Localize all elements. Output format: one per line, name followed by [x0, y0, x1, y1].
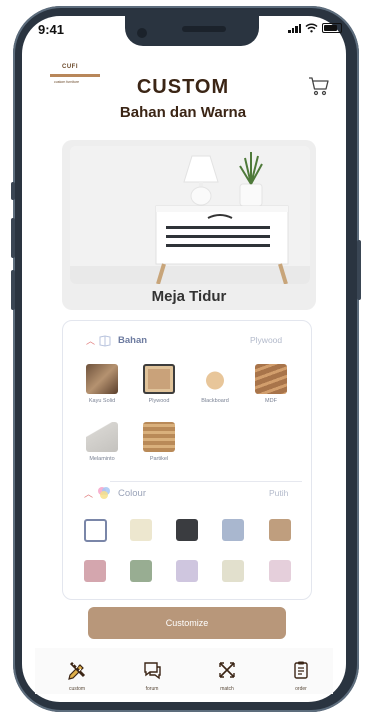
- power-button: [357, 240, 361, 300]
- signal-icon: [288, 23, 301, 33]
- swatch-sage[interactable]: [130, 560, 152, 582]
- tab-label: order: [295, 686, 307, 692]
- material-label: Melaminto: [89, 456, 115, 462]
- chat-icon: [144, 662, 161, 680]
- cross-arrows-icon: [219, 662, 235, 678]
- page-subtitle: Bahan dan Warna: [119, 104, 247, 121]
- swatch-blue-grey[interactable]: [222, 519, 244, 541]
- tab-forum[interactable]: forum: [132, 660, 172, 692]
- material-label: Plywood: [148, 398, 170, 404]
- material-partikel[interactable]: Partikel: [135, 422, 183, 462]
- material-mdf[interactable]: MDF: [247, 364, 295, 404]
- swatch-pink[interactable]: [269, 560, 291, 582]
- colour-selected-value: Putih: [269, 488, 289, 498]
- swatch-putih[interactable]: [84, 519, 107, 542]
- clipboard-icon: [294, 661, 308, 679]
- tab-match[interactable]: match: [207, 660, 247, 692]
- camera: [137, 28, 147, 38]
- colour-header[interactable]: ︿ Colour: [84, 486, 146, 500]
- chevron-up-icon[interactable]: ︿: [84, 487, 96, 500]
- status-time: 9:41: [38, 22, 65, 37]
- status-icons: [288, 23, 342, 33]
- product-name: Meja Tidur: [151, 288, 227, 305]
- material-thumb: [86, 422, 118, 452]
- mute-switch: [11, 182, 15, 200]
- material-thumb: [143, 422, 175, 452]
- material-label: Partikel: [149, 456, 169, 462]
- palette-icon: [98, 487, 110, 499]
- material-blackboard[interactable]: Blackboard: [191, 364, 239, 404]
- tab-label: match: [220, 686, 234, 692]
- customize-button[interactable]: Customize: [88, 607, 286, 639]
- material-thumb: [143, 364, 175, 394]
- material-label: Blackboard: [201, 398, 229, 404]
- material-label: MDF: [265, 398, 277, 404]
- speaker: [182, 26, 226, 32]
- material-thumb: [86, 364, 118, 394]
- material-thumb: [255, 364, 287, 394]
- cart-icon[interactable]: [308, 76, 330, 96]
- bahan-title: Bahan: [118, 335, 148, 346]
- pencil-ruler-icon: [68, 661, 86, 680]
- swatch-cream[interactable]: [130, 519, 152, 541]
- swatch-lavender[interactable]: [176, 560, 198, 582]
- bahan-header[interactable]: ︿ Bahan: [86, 334, 147, 347]
- material-thumb: [199, 364, 231, 394]
- volume-down-button: [11, 270, 15, 310]
- colour-title: Colour: [118, 487, 146, 499]
- tab-label: forum: [145, 686, 159, 692]
- chevron-up-icon[interactable]: ︿: [86, 334, 98, 347]
- bahan-selected-value: Plywood: [250, 335, 283, 345]
- volume-up-button: [11, 218, 15, 258]
- material-plywood[interactable]: Plywood: [135, 364, 183, 404]
- section-divider: [110, 481, 302, 482]
- material-label: Kayu Solid: [88, 398, 116, 404]
- material-kayu-solid[interactable]: Kayu Solid: [78, 364, 126, 404]
- product-photo: [70, 146, 310, 284]
- tab-custom[interactable]: custom: [57, 660, 97, 692]
- swatch-beige[interactable]: [222, 560, 244, 582]
- logo-text: CUFI: [62, 64, 78, 70]
- material-icon: [99, 334, 111, 347]
- battery-icon: [322, 23, 342, 33]
- material-melaminto[interactable]: Melaminto: [78, 422, 126, 462]
- tab-order[interactable]: order: [281, 660, 321, 692]
- wifi-icon: [305, 23, 318, 33]
- swatch-rose[interactable]: [84, 560, 106, 582]
- swatch-charcoal[interactable]: [176, 519, 198, 541]
- swatch-tan[interactable]: [269, 519, 291, 541]
- tab-label: custom: [68, 686, 86, 692]
